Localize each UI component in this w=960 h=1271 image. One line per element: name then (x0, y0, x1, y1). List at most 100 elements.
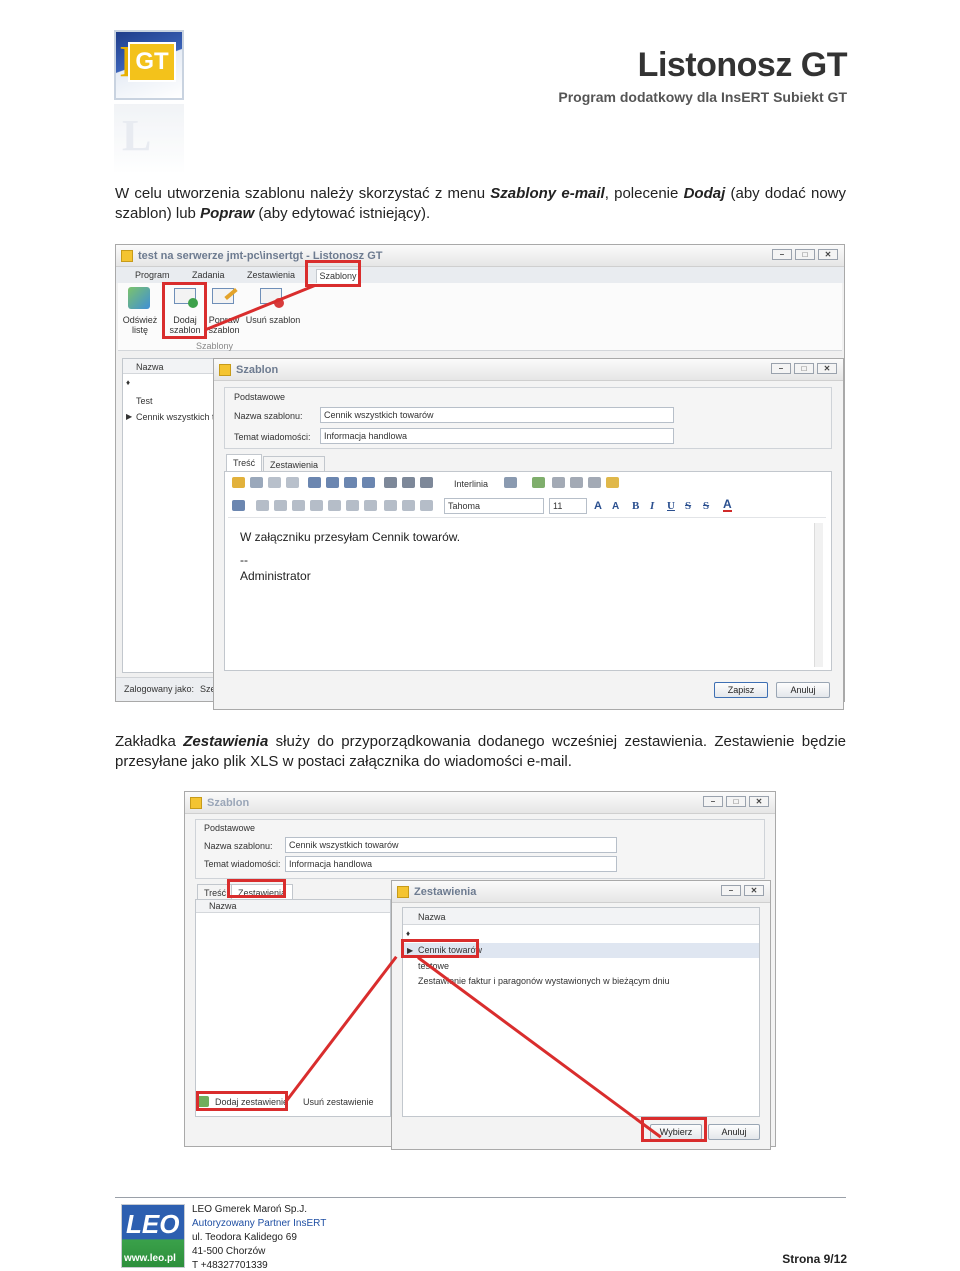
table-tool-icon[interactable] (420, 500, 433, 511)
close-icon[interactable]: ✕ (817, 363, 837, 374)
list-bullet-icon[interactable] (326, 477, 339, 488)
page-number: Strona 9/12 (782, 1252, 847, 1266)
editor-divider (228, 517, 826, 518)
menu-bar (116, 267, 844, 283)
reports-picker-dialog: Zestawienia – ✕ Nazwa ♦ ▶ Cennik towarów … (391, 880, 771, 1150)
dialog-icon (190, 797, 202, 809)
menu-program[interactable]: Program (135, 270, 170, 280)
highlight-szablony-menu (305, 260, 361, 287)
basic-group-title: Podstawowe (234, 392, 286, 402)
maximize-icon[interactable]: □ (726, 796, 746, 807)
open-icon[interactable] (232, 477, 245, 488)
cancel-button[interactable]: Anuluj (708, 1124, 760, 1140)
table-tool-icon[interactable] (346, 500, 359, 511)
document-title: Listonosz GT (637, 46, 848, 84)
table-tool-icon[interactable] (256, 500, 269, 511)
logo-text: GT (128, 42, 176, 82)
editor-scrollbar[interactable] (814, 523, 823, 667)
refresh-icon (128, 287, 150, 309)
list-item[interactable]: Test (136, 396, 153, 406)
paste-special-icon[interactable] (606, 477, 619, 488)
highlight-add-report (196, 1091, 288, 1111)
minimize-icon[interactable]: – (771, 363, 791, 374)
menu-zadania[interactable]: Zadania (192, 270, 225, 280)
align-left-icon[interactable] (384, 477, 397, 488)
preview-icon[interactable] (250, 477, 263, 488)
body-line: Administrator (240, 569, 311, 583)
app-icon (121, 250, 133, 262)
highlight-icon[interactable] (504, 477, 517, 488)
list-header-name[interactable]: Nazwa (209, 901, 237, 911)
minimize-icon[interactable]: – (703, 796, 723, 807)
minimize-icon[interactable]: – (721, 885, 741, 896)
paste-icon[interactable] (588, 477, 601, 488)
ribbon-delete-template-button[interactable]: Usuń szablon (244, 315, 302, 325)
maximize-icon[interactable]: □ (795, 249, 815, 260)
listonosz-logo: L GT (114, 30, 184, 100)
table-icon[interactable] (232, 500, 245, 511)
italic-icon[interactable]: I (650, 500, 654, 512)
grow-font-icon[interactable]: A (594, 500, 602, 512)
menu-zestawienia[interactable]: Zestawienia (247, 270, 295, 280)
template-dialog-titlebar: Szablon – □ ✕ (214, 359, 843, 381)
table-tool-icon[interactable] (292, 500, 305, 511)
template-dialog-2-titlebar: Szablon – □ ✕ (185, 792, 775, 814)
minimize-icon[interactable]: – (772, 249, 792, 260)
image-icon[interactable] (532, 477, 545, 488)
align-center-icon[interactable] (402, 477, 415, 488)
list-header (403, 908, 759, 925)
subject-field[interactable]: Informacja handlowa (320, 428, 674, 444)
dialog-title: Szablon (207, 797, 250, 809)
document-subtitle: Program dodatkowy dla InsERT Subiekt GT (558, 89, 847, 105)
ribbon-group-label: Szablony (196, 341, 234, 351)
name-label: Nazwa szablonu: (234, 411, 303, 421)
filter-icon: ♦ (406, 929, 411, 938)
indent-decrease-icon[interactable] (344, 477, 357, 488)
tab-tresc[interactable]: Treść (226, 454, 263, 471)
subject-field[interactable]: Informacja handlowa (285, 856, 617, 872)
body-line: W załączniku przesyłam Cennik towarów. (240, 530, 461, 544)
font-color-icon[interactable]: A (723, 498, 732, 512)
body-line: -- (240, 553, 248, 567)
name-label: Nazwa szablonu: (204, 841, 273, 851)
table-tool-icon[interactable] (364, 500, 377, 511)
picker-title: Zestawienia (414, 886, 477, 898)
bold-icon[interactable]: B (632, 500, 639, 512)
cancel-button[interactable]: Anuluj (776, 682, 830, 698)
redo-icon[interactable] (286, 477, 299, 488)
font-size-select[interactable]: 11 (549, 498, 587, 514)
table-tool-icon[interactable] (328, 500, 341, 511)
maximize-icon[interactable]: □ (794, 363, 814, 374)
indent-increase-icon[interactable] (362, 477, 375, 488)
dialog-icon (397, 886, 409, 898)
name-field[interactable]: Cennik wszystkich towarów (320, 407, 674, 423)
name-field[interactable]: Cennik wszystkich towarów (285, 837, 617, 853)
list-header-name[interactable]: Nazwa (418, 912, 446, 922)
undo-icon[interactable] (268, 477, 281, 488)
ribbon-refresh-button[interactable]: Odśwież listę (120, 315, 160, 335)
align-right-icon[interactable] (420, 477, 433, 488)
copy-icon[interactable] (552, 477, 565, 488)
close-icon[interactable]: ✕ (744, 885, 764, 896)
dialog-icon (219, 364, 231, 376)
list-item[interactable]: Cennik wszystkich to (136, 412, 220, 422)
footer-divider (115, 1197, 846, 1198)
close-icon[interactable]: ✕ (818, 249, 838, 260)
interline-dropdown[interactable]: Interlinia (454, 479, 488, 489)
underline-icon[interactable]: U (667, 500, 675, 512)
close-icon[interactable]: ✕ (749, 796, 769, 807)
table-tool-icon[interactable] (310, 500, 323, 511)
save-button[interactable]: Zapisz (714, 682, 768, 698)
table-tool-icon[interactable] (402, 500, 415, 511)
double-strike-icon[interactable]: S (703, 500, 709, 512)
strike-icon[interactable]: S (685, 500, 691, 512)
table-tool-icon[interactable] (384, 500, 397, 511)
cut-icon[interactable] (570, 477, 583, 488)
list-numbered-icon[interactable] (308, 477, 321, 488)
font-select[interactable]: Tahoma (444, 498, 544, 514)
remove-report-button[interactable]: Usuń zestawienie (303, 1097, 374, 1107)
table-tool-icon[interactable] (274, 500, 287, 511)
shrink-font-icon[interactable]: A (612, 501, 619, 512)
list-header-name[interactable]: Nazwa (136, 362, 164, 372)
message-body[interactable]: W załączniku przesyłam Cennik towarów. -… (240, 527, 460, 587)
